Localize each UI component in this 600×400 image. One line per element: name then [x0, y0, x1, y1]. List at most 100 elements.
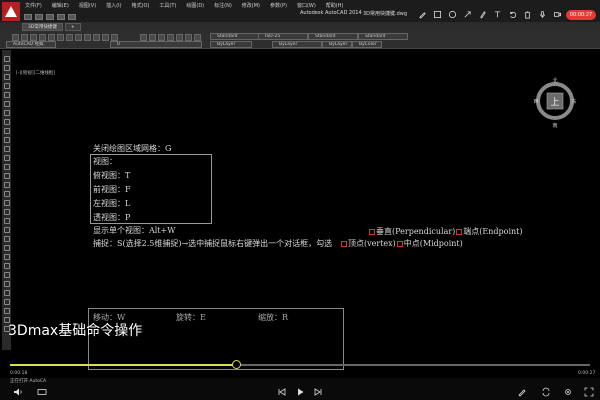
redo-icon[interactable] [68, 13, 76, 20]
modify-array-icon[interactable] [3, 272, 10, 278]
open-file-icon[interactable] [35, 13, 43, 20]
camera-icon[interactable] [553, 10, 562, 19]
layer-select[interactable]: 0 [110, 41, 202, 48]
new-file-icon[interactable] [24, 13, 32, 20]
line-icon[interactable] [3, 56, 10, 62]
cut-icon[interactable] [48, 34, 55, 41]
spline-icon[interactable] [3, 128, 10, 134]
modify-copy-icon[interactable] [3, 245, 10, 251]
menu-help[interactable]: 帮助(H) [321, 2, 349, 9]
microphone-icon[interactable] [538, 10, 547, 19]
menu-insert[interactable]: 插入(I) [101, 2, 126, 9]
open-icon[interactable] [21, 34, 28, 41]
modify-move-icon[interactable] [3, 281, 10, 287]
caption-icon[interactable] [36, 386, 47, 397]
undo-icon[interactable] [57, 13, 65, 20]
rectangle-icon[interactable] [433, 10, 442, 19]
viewcube[interactable]: 上 北 南 西 东 [533, 77, 577, 137]
zoom-icon[interactable] [111, 34, 118, 41]
dim-style-select[interactable]: ISO-25 [258, 33, 308, 40]
edit-icon[interactable] [516, 386, 527, 397]
table-style-select[interactable]: Standard [308, 33, 358, 40]
modify-mirror-icon[interactable] [3, 254, 10, 260]
modify-rotate-icon[interactable] [3, 290, 10, 296]
revision-cloud-icon[interactable] [3, 119, 10, 125]
play-icon[interactable] [294, 386, 305, 397]
menu-edit[interactable]: 编辑(E) [47, 2, 74, 9]
polygon-icon[interactable] [3, 83, 10, 89]
loop-icon[interactable] [540, 386, 551, 397]
save-icon[interactable] [46, 13, 54, 20]
application-menu-button[interactable] [2, 2, 20, 21]
menu-draw[interactable]: 绘图(D) [181, 2, 209, 9]
add-selected-icon[interactable] [3, 227, 10, 233]
menu-window[interactable]: 窗口(W) [292, 2, 321, 9]
help-icon[interactable] [194, 34, 201, 41]
new-icon[interactable] [12, 34, 19, 41]
modify-stretch-icon[interactable] [3, 308, 10, 314]
circle-icon[interactable] [448, 10, 457, 19]
menu-format[interactable]: 格式(O) [127, 2, 155, 9]
modify-scale-icon[interactable] [3, 299, 10, 305]
progress-knob[interactable] [231, 360, 241, 369]
copy-icon[interactable] [57, 34, 64, 41]
volume-icon[interactable] [12, 386, 23, 397]
multiline-text-icon[interactable] [3, 218, 10, 224]
delete-icon[interactable] [523, 10, 532, 19]
workspace-select[interactable]: AutoCAD 经典 [6, 41, 56, 48]
arc-icon[interactable] [3, 101, 10, 107]
properties-icon[interactable] [140, 34, 147, 41]
recording-timer[interactable]: 00:00:27 [566, 10, 596, 20]
menu-parameter[interactable]: 参数(P) [265, 2, 292, 9]
markup-icon[interactable] [176, 34, 183, 41]
tool-palettes-icon[interactable] [158, 34, 165, 41]
menu-modify[interactable]: 修改(M) [237, 2, 265, 9]
linetype-select[interactable]: ByLayer [272, 41, 322, 48]
pan-icon[interactable] [102, 34, 109, 41]
menu-view[interactable]: 视图(V) [74, 2, 101, 9]
text-style-select[interactable]: Standard [210, 33, 262, 40]
menu-tools[interactable]: 工具(T) [154, 2, 181, 9]
color-select[interactable]: ByLayer [210, 41, 252, 48]
menu-dimension[interactable]: 标注(N) [209, 2, 237, 9]
ellipse-icon[interactable] [3, 137, 10, 143]
lineweight-select[interactable]: ByLayer [322, 41, 352, 48]
pen-icon[interactable] [418, 10, 427, 19]
paste-icon[interactable] [66, 34, 73, 41]
point-icon[interactable] [3, 173, 10, 179]
menu-file[interactable]: 文件(F) [20, 2, 47, 9]
redo-icon[interactable] [93, 34, 100, 41]
undo-annotation-icon[interactable] [508, 10, 517, 19]
match-properties-icon[interactable] [75, 34, 82, 41]
modify-offset-icon[interactable] [3, 263, 10, 269]
sheet-set-icon[interactable] [167, 34, 174, 41]
print-icon[interactable] [39, 34, 46, 41]
marker-icon[interactable] [478, 10, 487, 19]
arrow-icon[interactable] [463, 10, 472, 19]
save-icon[interactable] [30, 34, 37, 41]
settings-icon[interactable] [562, 386, 573, 397]
region-icon[interactable] [3, 200, 10, 206]
plotstyle-select[interactable]: ByColor [352, 41, 382, 48]
new-tab-button[interactable]: + [64, 23, 81, 31]
table-icon[interactable] [3, 209, 10, 215]
next-icon[interactable] [312, 386, 323, 397]
make-block-icon[interactable] [3, 164, 10, 170]
insert-block-icon[interactable] [3, 155, 10, 161]
construction-line-icon[interactable] [3, 65, 10, 71]
circle-icon[interactable] [3, 110, 10, 116]
hatch-icon[interactable] [3, 182, 10, 188]
file-tab-active[interactable]: 3D常用快捷键 [22, 23, 63, 31]
viewport-label[interactable]: [-][俯视][二维线框] [16, 70, 55, 76]
calculator-icon[interactable] [185, 34, 192, 41]
previous-icon[interactable] [276, 386, 287, 397]
modify-erase-icon[interactable] [3, 236, 10, 242]
polyline-icon[interactable] [3, 74, 10, 80]
text-icon[interactable] [493, 10, 502, 19]
gradient-icon[interactable] [3, 191, 10, 197]
fullscreen-icon[interactable] [583, 386, 594, 397]
ellipse-arc-icon[interactable] [3, 146, 10, 152]
undo-icon[interactable] [84, 34, 91, 41]
rectangle-icon[interactable] [3, 92, 10, 98]
design-center-icon[interactable] [149, 34, 156, 41]
